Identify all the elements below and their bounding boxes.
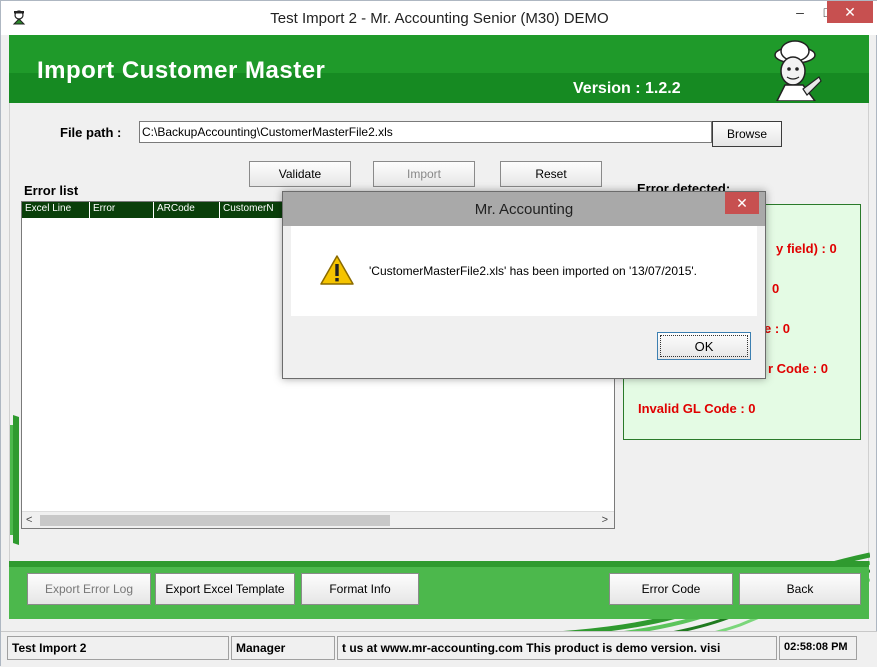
browse-button-label: Browse bbox=[726, 127, 767, 141]
bottom-toolbar: Export Error Log Export Excel Template F… bbox=[9, 561, 869, 619]
validate-button-label: Validate bbox=[278, 167, 322, 181]
reset-button[interactable]: Reset bbox=[500, 161, 602, 187]
dialog-close-icon[interactable]: ✕ bbox=[725, 192, 759, 214]
dialog-title: Mr. Accounting bbox=[474, 201, 574, 218]
dialog-title-bar: Mr. Accounting ✕ bbox=[283, 192, 765, 226]
error-list-label: Error list bbox=[24, 183, 79, 198]
error-count-invalid-code: r Code : 0 bbox=[768, 361, 828, 376]
column-header[interactable]: Excel Line bbox=[22, 202, 90, 218]
browse-button[interactable]: Browse bbox=[712, 121, 782, 147]
error-count-invalid-type: e : 0 bbox=[764, 321, 791, 336]
reset-button-label: Reset bbox=[535, 167, 567, 181]
import-button[interactable]: Import bbox=[373, 161, 475, 187]
column-header[interactable]: Error bbox=[90, 202, 154, 218]
file-path-label: File path : bbox=[60, 125, 122, 140]
error-count-duplicate: 0 bbox=[772, 281, 780, 296]
error-code-button[interactable]: Error Code bbox=[609, 573, 733, 605]
import-button-label: Import bbox=[406, 167, 441, 181]
error-count-invalid-gl: Invalid GL Code : 0 bbox=[638, 401, 756, 416]
dialog-message: 'CustomerMasterFile2.xls' has been impor… bbox=[369, 264, 698, 278]
grid-header: Excel Line Error ARCode CustomerN bbox=[22, 202, 290, 218]
format-info-button[interactable]: Format Info bbox=[301, 573, 419, 605]
toolbar-band bbox=[9, 561, 869, 567]
title-bar: Test Import 2 - Mr. Accounting Senior (M… bbox=[1, 1, 877, 35]
version-label: Version : 1.2.2 bbox=[573, 80, 681, 97]
dialog-body: 'CustomerMasterFile2.xls' has been impor… bbox=[291, 226, 757, 316]
avatar bbox=[774, 40, 822, 101]
scroll-left-icon[interactable]: < bbox=[26, 514, 32, 526]
header-banner: Import Customer Master Version : 1.2.2 bbox=[9, 35, 869, 103]
status-marquee: t us at www.mr-accounting.com This produ… bbox=[337, 636, 777, 660]
minimize-button[interactable]: – bbox=[787, 1, 813, 23]
back-label: Back bbox=[786, 582, 814, 596]
export-excel-template-button[interactable]: Export Excel Template bbox=[155, 573, 295, 605]
format-info-label: Format Info bbox=[329, 582, 391, 596]
export-excel-template-label: Export Excel Template bbox=[165, 582, 285, 596]
horizontal-scrollbar[interactable]: < > bbox=[22, 511, 614, 528]
ok-button-label: OK bbox=[694, 338, 714, 354]
back-button[interactable]: Back bbox=[739, 573, 861, 605]
status-time: 02:58:08 PM bbox=[779, 636, 857, 660]
window-title: Test Import 2 - Mr. Accounting Senior (M… bbox=[270, 10, 609, 27]
warning-icon bbox=[320, 255, 354, 285]
column-header[interactable]: CustomerN bbox=[220, 202, 290, 218]
ok-button[interactable]: OK bbox=[657, 332, 751, 360]
error-code-label: Error Code bbox=[641, 582, 701, 596]
export-error-log-button[interactable]: Export Error Log bbox=[27, 573, 151, 605]
validate-button[interactable]: Validate bbox=[249, 161, 351, 187]
column-header[interactable]: ARCode bbox=[154, 202, 220, 218]
message-dialog: Mr. Accounting ✕ 'CustomerMasterFile2.xl… bbox=[282, 191, 766, 379]
status-bar: Test Import 2 Manager t us at www.mr-acc… bbox=[1, 631, 877, 667]
scroll-right-icon[interactable]: > bbox=[602, 514, 608, 526]
main-window: Test Import 2 - Mr. Accounting Senior (M… bbox=[0, 0, 877, 667]
status-company: Test Import 2 bbox=[7, 636, 229, 660]
export-error-log-label: Export Error Log bbox=[44, 582, 134, 596]
page-title: Import Customer Master bbox=[37, 57, 326, 84]
status-user: Manager bbox=[231, 636, 335, 660]
error-count-empty-field: y field) : 0 bbox=[776, 241, 837, 256]
file-path-input[interactable] bbox=[139, 121, 712, 143]
scroll-thumb[interactable] bbox=[40, 515, 390, 526]
close-button[interactable]: ✕ bbox=[827, 1, 873, 23]
